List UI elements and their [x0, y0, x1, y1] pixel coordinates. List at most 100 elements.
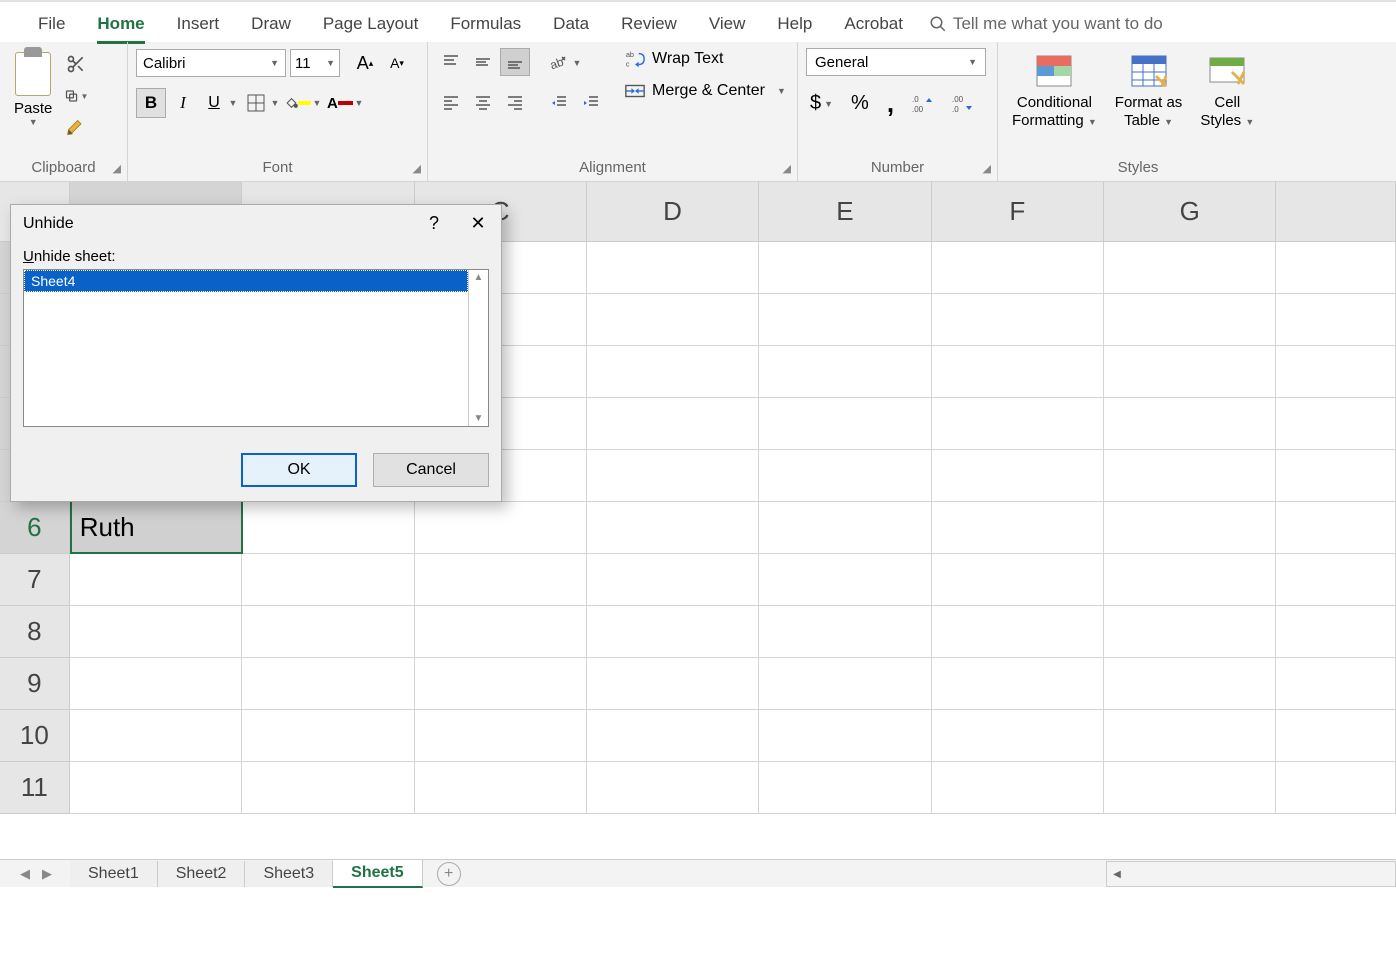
- conditional-formatting-icon: [1033, 52, 1075, 90]
- unhide-dialog: Unhide ? ✕ Unhide sheet: Sheet4 ▲▼ OK Ca…: [10, 204, 502, 502]
- alignment-group-label: Alignment: [436, 156, 789, 178]
- alignment-launcher-icon[interactable]: ◢: [783, 162, 791, 175]
- col-header-g[interactable]: G: [1104, 182, 1276, 242]
- align-right-button[interactable]: [500, 88, 530, 116]
- menu-draw[interactable]: Draw: [237, 8, 305, 40]
- add-sheet-button[interactable]: +: [437, 862, 461, 886]
- format-painter-button[interactable]: [64, 116, 88, 140]
- menu-file[interactable]: File: [24, 8, 79, 40]
- sheet-tab-5[interactable]: Sheet5: [333, 860, 422, 888]
- format-as-table-button[interactable]: Format as Table ▼: [1115, 52, 1183, 130]
- clipboard-icon: [15, 52, 51, 96]
- font-name-select[interactable]: Calibri▼: [136, 49, 286, 77]
- menu-view[interactable]: View: [695, 8, 760, 40]
- wrap-text-button[interactable]: abc Wrap Text: [624, 48, 786, 70]
- currency-button[interactable]: $▼: [806, 90, 837, 117]
- col-header-f[interactable]: F: [932, 182, 1104, 242]
- row-header-9[interactable]: 9: [0, 658, 70, 710]
- fill-color-button[interactable]: ▼: [284, 88, 324, 118]
- decrease-decimal-button[interactable]: .00.0: [948, 92, 978, 116]
- listbox-scrollbar[interactable]: ▲▼: [468, 270, 488, 426]
- list-item-sheet4[interactable]: Sheet4: [24, 270, 468, 292]
- dialog-close-button[interactable]: ✕: [465, 213, 491, 234]
- search-icon: [929, 15, 947, 33]
- sheet-tab-2[interactable]: Sheet2: [158, 861, 246, 887]
- wrap-text-icon: abc: [624, 48, 646, 70]
- col-header-d[interactable]: D: [587, 182, 759, 242]
- orientation-icon: ab: [548, 53, 568, 73]
- comma-button[interactable]: ,: [883, 86, 898, 121]
- font-size-select[interactable]: 11▼: [290, 49, 340, 77]
- conditional-formatting-button[interactable]: Conditional Formatting ▼: [1012, 52, 1097, 130]
- bold-button[interactable]: B: [136, 88, 166, 118]
- percent-button[interactable]: %: [847, 90, 873, 117]
- dialog-help-button[interactable]: ?: [421, 213, 447, 234]
- underline-button[interactable]: U▼: [200, 88, 240, 118]
- font-color-button[interactable]: A▼: [326, 88, 366, 118]
- sheet-tab-1[interactable]: Sheet1: [70, 861, 158, 887]
- shrink-font-button[interactable]: A▾: [382, 48, 412, 78]
- align-middle-button[interactable]: [468, 48, 498, 76]
- clipboard-group-label: Clipboard: [8, 156, 119, 178]
- number-format-select[interactable]: General▼: [806, 48, 986, 76]
- align-top-button[interactable]: [436, 48, 466, 76]
- copy-button[interactable]: ▼: [64, 84, 88, 108]
- align-bottom-button[interactable]: [500, 48, 530, 76]
- menu-data[interactable]: Data: [539, 8, 603, 40]
- sheet-nav-next-icon[interactable]: ▶: [42, 866, 52, 882]
- menu-review[interactable]: Review: [607, 8, 691, 40]
- align-center-button[interactable]: [468, 88, 498, 116]
- cancel-button[interactable]: Cancel: [373, 453, 489, 487]
- menu-formulas[interactable]: Formulas: [436, 8, 535, 40]
- sheet-nav-prev-icon[interactable]: ◀: [20, 866, 30, 882]
- menu-home[interactable]: Home: [83, 8, 158, 40]
- paintbrush-icon: [66, 118, 86, 138]
- row-header-10[interactable]: 10: [0, 710, 70, 762]
- cell-styles-button[interactable]: Cell Styles ▼: [1200, 52, 1254, 130]
- increase-decimal-button[interactable]: .0.00: [908, 92, 938, 116]
- ok-button[interactable]: OK: [241, 453, 357, 487]
- menu-help[interactable]: Help: [763, 8, 826, 40]
- clipboard-launcher-icon[interactable]: ◢: [113, 162, 121, 175]
- cell-a6[interactable]: Ruth: [70, 502, 242, 554]
- row-header-7[interactable]: 7: [0, 554, 70, 606]
- italic-button[interactable]: I: [168, 88, 198, 118]
- svg-text:.0: .0: [952, 105, 959, 114]
- font-group-label: Font: [136, 156, 419, 178]
- svg-text:c: c: [626, 59, 630, 68]
- row-header-8[interactable]: 8: [0, 606, 70, 658]
- row-header-6[interactable]: 6: [0, 502, 70, 554]
- horizontal-scrollbar[interactable]: ◀: [1106, 861, 1396, 887]
- tell-me-search[interactable]: Tell me what you want to do: [929, 14, 1163, 34]
- decrease-decimal-icon: .00.0: [952, 94, 974, 114]
- font-launcher-icon[interactable]: ◢: [413, 162, 421, 175]
- cut-button[interactable]: [64, 52, 88, 76]
- increase-indent-button[interactable]: [576, 88, 606, 116]
- svg-text:.0: .0: [912, 95, 919, 104]
- merge-icon: [624, 80, 646, 102]
- col-header-e[interactable]: E: [759, 182, 931, 242]
- bucket-icon: [285, 96, 298, 110]
- grow-font-button[interactable]: A▴: [350, 48, 380, 78]
- number-launcher-icon[interactable]: ◢: [983, 162, 991, 175]
- menu-page-layout[interactable]: Page Layout: [309, 8, 432, 40]
- dialog-title: Unhide: [23, 215, 74, 233]
- svg-text:.00: .00: [952, 95, 964, 104]
- paste-button[interactable]: Paste ▼: [8, 48, 58, 131]
- row-header-11[interactable]: 11: [0, 762, 70, 814]
- menu-insert[interactable]: Insert: [163, 8, 234, 40]
- merge-center-button[interactable]: Merge & Center ▼: [624, 80, 786, 102]
- align-left-button[interactable]: [436, 88, 466, 116]
- border-button[interactable]: ▼: [242, 88, 282, 118]
- sheet-tab-3[interactable]: Sheet3: [245, 861, 333, 887]
- table-icon: [1128, 52, 1170, 90]
- orientation-button[interactable]: ab▼: [544, 48, 584, 78]
- svg-text:ab: ab: [626, 50, 634, 59]
- increase-decimal-icon: .0.00: [912, 94, 934, 114]
- unhide-sheet-listbox[interactable]: Sheet4 ▲▼: [23, 269, 489, 427]
- scissors-icon: [66, 54, 86, 74]
- col-header-h[interactable]: [1276, 182, 1396, 242]
- scroll-left-icon[interactable]: ◀: [1107, 862, 1127, 886]
- decrease-indent-button[interactable]: [544, 88, 574, 116]
- menu-acrobat[interactable]: Acrobat: [830, 8, 917, 40]
